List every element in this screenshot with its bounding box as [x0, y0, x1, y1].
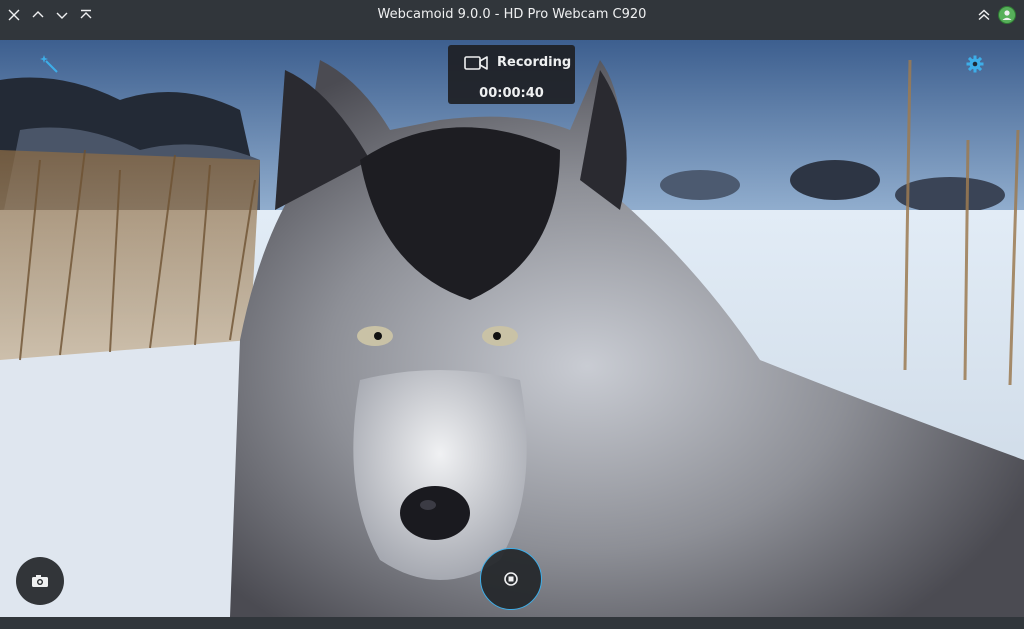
recording-label: Recording [497, 55, 572, 70]
camera-preview [0, 40, 1024, 617]
app-icon [998, 6, 1016, 24]
maximize-button[interactable] [52, 5, 72, 25]
double-chevron-up-icon [978, 9, 990, 21]
effects-button[interactable] [38, 53, 60, 75]
title-bar: Webcamoid 9.0.0 - HD Pro Webcam C920 [0, 0, 1024, 30]
shade-button[interactable] [974, 5, 994, 25]
app-window: Webcamoid 9.0.0 - HD Pro Webcam C920 Rec… [0, 0, 1024, 629]
gear-icon [966, 55, 984, 73]
settings-button[interactable] [964, 53, 986, 75]
magic-wand-icon [40, 55, 58, 73]
take-photo-button[interactable] [16, 557, 64, 605]
recording-timer: 00:00:40 [479, 86, 544, 101]
chevron-down-icon [56, 12, 68, 19]
window-title: Webcamoid 9.0.0 - HD Pro Webcam C920 [377, 7, 647, 22]
close-button[interactable] [4, 5, 24, 25]
recording-status-panel: Recording 00:00:40 [448, 45, 575, 104]
keep-above-icon [80, 9, 92, 19]
webcam-frame-image [0, 40, 1024, 617]
camera-photo-icon [32, 575, 48, 587]
video-camera-icon [464, 56, 488, 70]
minimize-button[interactable] [28, 5, 48, 25]
stop-record-icon [504, 572, 518, 586]
window-bottom-edge [0, 617, 1024, 629]
close-icon [8, 9, 20, 21]
keep-above-button[interactable] [76, 5, 96, 25]
chevron-up-icon [32, 11, 44, 18]
stop-recording-button[interactable] [480, 548, 542, 610]
